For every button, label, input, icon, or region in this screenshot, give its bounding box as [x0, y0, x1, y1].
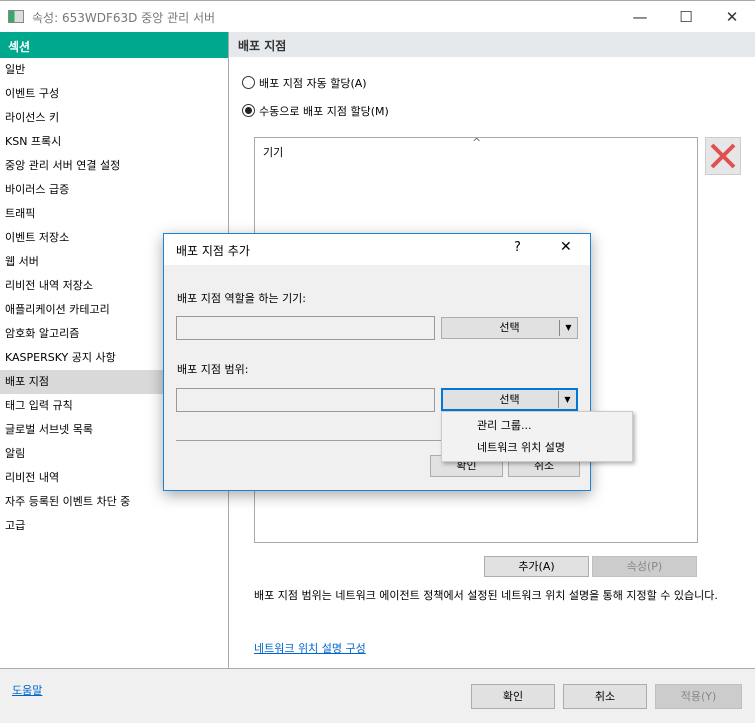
footer-divider	[0, 668, 755, 669]
dropdown-arrow-icon[interactable]: ▼	[559, 320, 577, 336]
sort-ascending-icon: ^	[472, 136, 482, 149]
scope-label: 배포 지점 범위:	[177, 363, 249, 376]
scope-select-button[interactable]: 선택 ▼	[441, 388, 578, 411]
menu-item-network-location[interactable]: 네트워크 위치 설명	[442, 437, 632, 459]
sidebar-item[interactable]: 고급	[0, 514, 228, 538]
sidebar-item[interactable]: 중앙 관리 서버 연결 설정	[0, 154, 228, 178]
sidebar-item[interactable]: 일반	[0, 58, 228, 82]
dialog-close-button[interactable]: ✕	[560, 239, 572, 255]
dropdown-arrow-icon[interactable]: ▼	[558, 391, 576, 408]
radio-auto-assign[interactable]	[242, 76, 255, 89]
dialog-help-button[interactable]: ?	[514, 240, 521, 255]
configure-network-location-link[interactable]: 네트워크 위치 설명 구성	[254, 640, 366, 656]
device-input[interactable]	[176, 316, 435, 340]
column-header-device[interactable]: 기기	[263, 144, 283, 160]
sidebar-item[interactable]: 라이선스 키	[0, 106, 228, 130]
info-text: 배포 지점 범위는 네트워크 에이전트 정책에서 설정된 네트워크 위치 설명을…	[254, 589, 718, 602]
device-select-button[interactable]: 선택 ▼	[441, 317, 578, 339]
app-icon	[8, 10, 24, 23]
radio-auto-label[interactable]: 배포 지점 자동 할당(A)	[259, 75, 367, 91]
close-button[interactable]: ✕	[717, 5, 747, 29]
maximize-button[interactable]: ☐	[671, 5, 701, 29]
sidebar-item[interactable]: 바이러스 급증	[0, 178, 228, 202]
properties-button[interactable]: 속성(P)	[592, 556, 697, 577]
radio-manual-assign[interactable]	[242, 104, 255, 117]
add-button[interactable]: 추가(A)	[484, 556, 589, 577]
sidebar-header: 섹션	[0, 32, 228, 58]
ok-button[interactable]: 확인	[471, 684, 555, 709]
sidebar-item[interactable]: 트래픽	[0, 202, 228, 226]
scope-dropdown-menu: 관리 그룹... 네트워크 위치 설명	[441, 411, 633, 462]
delete-x-icon	[710, 143, 736, 169]
cancel-button[interactable]: 취소	[563, 684, 647, 709]
title-bar: 속성: 653WDF63D 중앙 관리 서버 — ☐ ✕	[0, 0, 755, 32]
sidebar-item[interactable]: 이벤트 구성	[0, 82, 228, 106]
device-label: 배포 지점 역할을 하는 기기:	[177, 292, 307, 305]
panel-title: 배포 지점	[229, 32, 755, 57]
help-link[interactable]: 도움말	[12, 682, 42, 698]
radio-manual-label[interactable]: 수동으로 배포 지점 할당(M)	[259, 103, 389, 119]
delete-button[interactable]	[705, 137, 741, 175]
menu-item-admin-groups[interactable]: 관리 그룹...	[442, 415, 632, 437]
minimize-button[interactable]: —	[625, 5, 655, 29]
apply-button[interactable]: 적용(Y)	[655, 684, 742, 709]
select-label: 선택	[499, 321, 520, 334]
window-title: 속성: 653WDF63D 중앙 관리 서버	[32, 11, 216, 25]
select-label: 선택	[499, 393, 520, 406]
scope-input[interactable]	[176, 388, 435, 412]
sidebar-item[interactable]: 자주 등록된 이벤트 차단 중	[0, 490, 228, 514]
sidebar-item[interactable]: KSN 프록시	[0, 130, 228, 154]
dialog-title: 배포 지점 추가	[164, 234, 590, 265]
